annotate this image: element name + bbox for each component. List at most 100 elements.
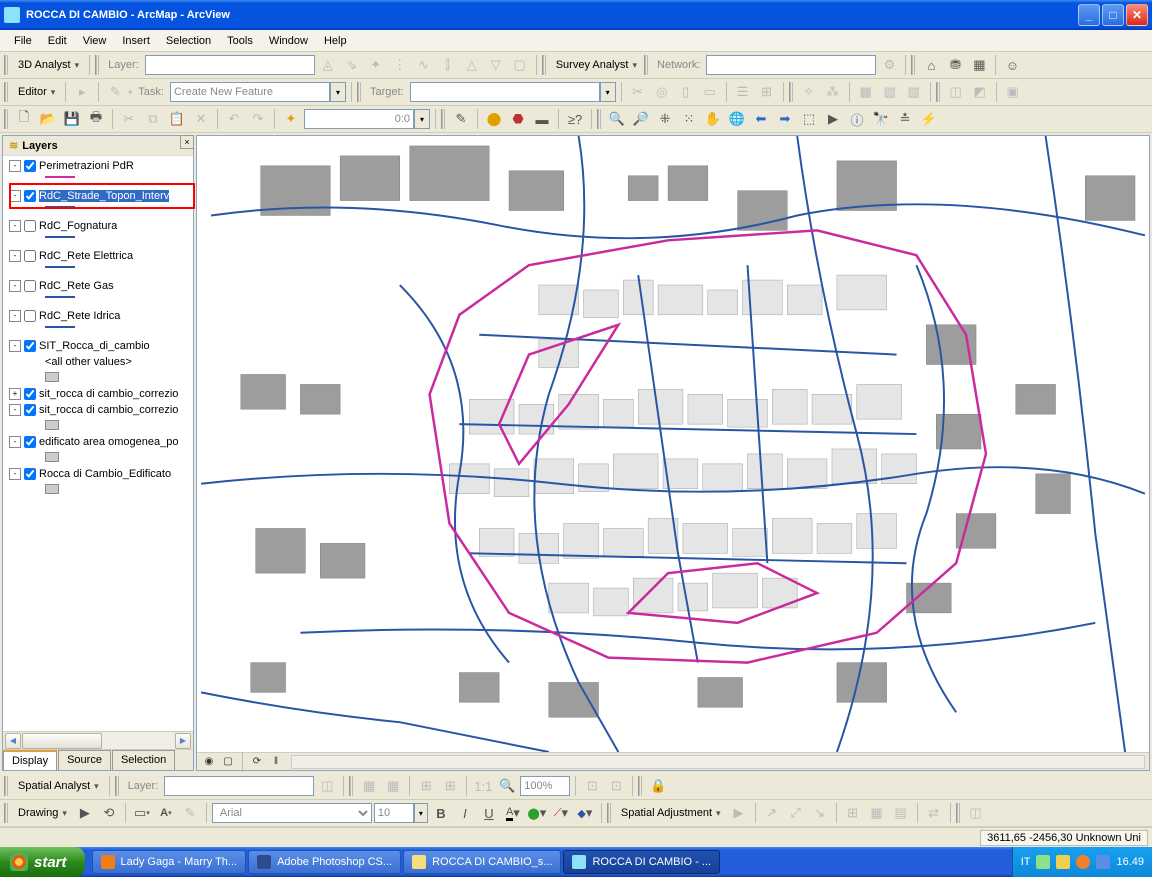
refresh-icon[interactable]: ⟳ — [249, 754, 265, 770]
survey-analyst-dropdown[interactable]: Survey Analyst — [551, 56, 642, 74]
layer-name-label[interactable]: SIT_Rocca_di_cambio — [39, 340, 150, 352]
add-basemap-icon[interactable]: ▦ — [968, 54, 990, 76]
layer-name-label[interactable]: RdC_Rete Elettrica — [39, 250, 133, 262]
collapse-icon[interactable]: - — [9, 190, 21, 202]
rotate-icon[interactable]: ⟲ — [98, 802, 120, 824]
layer-visibility-checkbox[interactable] — [24, 404, 36, 416]
layer-symbol-swatch[interactable] — [45, 452, 59, 462]
layer-visibility-checkbox[interactable] — [24, 160, 36, 172]
taskbar-item-folder[interactable]: ROCCA DI CAMBIO_s... — [403, 850, 561, 874]
layer-visibility-checkbox[interactable] — [24, 388, 36, 400]
geostatistical-icon[interactable]: ☺ — [1001, 54, 1023, 76]
layer-visibility-checkbox[interactable] — [24, 190, 36, 202]
font-size-arrow[interactable]: ▾ — [414, 803, 428, 823]
taskbar-item-photoshop[interactable]: Adobe Photoshop CS... — [248, 850, 401, 874]
fixed-zoom-in-icon[interactable]: ⁜ — [654, 108, 676, 130]
taskbar-item-firefox[interactable]: Lady Gaga - Marry Th... — [92, 850, 247, 874]
hyperlink-icon[interactable]: ⚡ — [918, 108, 940, 130]
layer-visibility-checkbox[interactable] — [24, 310, 36, 322]
font-color-icon[interactable]: A▾ — [502, 802, 524, 824]
grip-icon[interactable] — [789, 82, 794, 102]
layer-symbol-swatch[interactable] — [45, 372, 59, 382]
toc-close-button[interactable]: × — [180, 135, 194, 149]
system-tray[interactable]: IT 16.49 — [1012, 847, 1152, 877]
grip-icon[interactable] — [4, 82, 9, 102]
select-elements-icon[interactable]: ▶ — [74, 802, 96, 824]
grip-icon[interactable] — [4, 109, 9, 129]
layer-symbol-swatch[interactable] — [45, 484, 59, 494]
collapse-icon[interactable]: - — [9, 250, 21, 262]
expand-icon[interactable]: + — [9, 388, 21, 400]
collapse-icon[interactable]: - — [9, 310, 21, 322]
scroll-right-icon[interactable]: ▶ — [175, 733, 191, 749]
menu-help[interactable]: Help — [316, 33, 355, 49]
spatial-analyst-dropdown[interactable]: Spatial Analyst — [13, 777, 104, 795]
grip-icon[interactable] — [644, 55, 649, 75]
grip-icon[interactable] — [936, 82, 941, 102]
georeferencing-icon[interactable]: 🔒 — [647, 775, 669, 797]
underline-button[interactable]: U — [478, 802, 500, 824]
tray-icon[interactable] — [1056, 855, 1070, 869]
find-icon[interactable]: 🔭 — [870, 108, 892, 130]
layer-row[interactable]: - Perimetrazioni PdR — [3, 158, 193, 174]
arctoolbox-icon[interactable]: ⬣ — [507, 108, 529, 130]
layer-name-label[interactable]: sit_rocca di cambio_correzio — [39, 388, 178, 400]
rectangle-icon[interactable]: ▭▾ — [131, 802, 153, 824]
window-close-button[interactable]: ✕ — [1126, 4, 1148, 26]
collapse-icon[interactable]: - — [9, 436, 21, 448]
full-extent-icon[interactable]: 🌐 — [726, 108, 748, 130]
spatial-adjustment-dropdown[interactable]: Spatial Adjustment — [616, 804, 726, 822]
line-color-icon[interactable]: ⟋▾ — [550, 802, 572, 824]
back-extent-icon[interactable]: ⬅ — [750, 108, 772, 130]
grip-icon[interactable] — [4, 803, 9, 823]
window-maximize-button[interactable]: □ — [1102, 4, 1124, 26]
grip-icon[interactable] — [597, 109, 602, 129]
layer-visibility-checkbox[interactable] — [24, 250, 36, 262]
layer-name-label[interactable]: sit_rocca di cambio_correzio — [39, 404, 178, 416]
text-icon[interactable]: A▾ — [155, 802, 177, 824]
data-view-icon[interactable]: ◉ — [201, 754, 217, 770]
window-minimize-button[interactable]: _ — [1078, 4, 1100, 26]
map-hscrollbar[interactable] — [291, 755, 1145, 769]
menu-window[interactable]: Window — [261, 33, 316, 49]
menu-selection[interactable]: Selection — [158, 33, 219, 49]
print-icon[interactable]: 🖶 — [85, 108, 107, 130]
layer-row[interactable]: -SIT_Rocca_di_cambio — [3, 338, 193, 354]
layer-name-label[interactable]: edificato area omogenea_po — [39, 436, 178, 448]
menu-file[interactable]: File — [6, 33, 40, 49]
collapse-icon[interactable]: - — [9, 468, 21, 480]
menu-edit[interactable]: Edit — [40, 33, 75, 49]
tray-icon[interactable] — [1076, 855, 1090, 869]
grip-icon[interactable] — [911, 55, 916, 75]
layer-name-label[interactable]: RdC_Rete Idrica — [39, 310, 120, 322]
grip-icon[interactable] — [956, 803, 961, 823]
font-size-input[interactable] — [374, 803, 414, 823]
layer-name-label[interactable]: RdC_Rete Gas — [39, 280, 114, 292]
layer-row[interactable]: - edificato area omogenea_po — [3, 434, 193, 450]
clock[interactable]: 16.49 — [1116, 856, 1144, 868]
layer-symbol-swatch[interactable] — [45, 266, 75, 274]
layer-row[interactable]: - RdC_Rete Gas — [3, 278, 193, 294]
layer-tree[interactable]: - Perimetrazioni PdR - RdC_Strade_Topon_Int… — [3, 156, 193, 731]
marker-color-icon[interactable]: ◆▾ — [574, 802, 596, 824]
layer-symbol-swatch[interactable] — [45, 326, 75, 334]
collapse-icon[interactable]: - — [9, 404, 21, 416]
italic-button[interactable]: I — [454, 802, 476, 824]
grip-icon[interactable] — [607, 803, 612, 823]
layer-row[interactable]: - RdC_Rete Idrica — [3, 308, 193, 324]
language-indicator[interactable]: IT — [1021, 856, 1031, 868]
layer-name-label[interactable]: RdC_Strade_Topon_Interv — [39, 190, 169, 202]
fixed-zoom-out-icon[interactable]: ⁙ — [678, 108, 700, 130]
layer-name-label[interactable]: Rocca di Cambio_Edificato — [39, 468, 171, 480]
layer-row[interactable]: - Rocca di Cambio_Edificato — [3, 466, 193, 482]
new-icon[interactable]: 🗋 — [13, 108, 35, 130]
whats-this-icon[interactable]: ≥? — [564, 108, 586, 130]
collapse-icon[interactable]: - — [9, 160, 21, 172]
collapse-icon[interactable]: - — [9, 280, 21, 292]
layer-row[interactable]: - RdC_Rete Elettrica — [3, 248, 193, 264]
layer-row[interactable]: - sit_rocca di cambio_correzio — [3, 402, 193, 418]
fwd-extent-icon[interactable]: ➡ — [774, 108, 796, 130]
save-icon[interactable]: 💾 — [61, 108, 83, 130]
layer-visibility-checkbox[interactable] — [24, 340, 36, 352]
layer-name-label[interactable]: Perimetrazioni PdR — [39, 160, 134, 172]
